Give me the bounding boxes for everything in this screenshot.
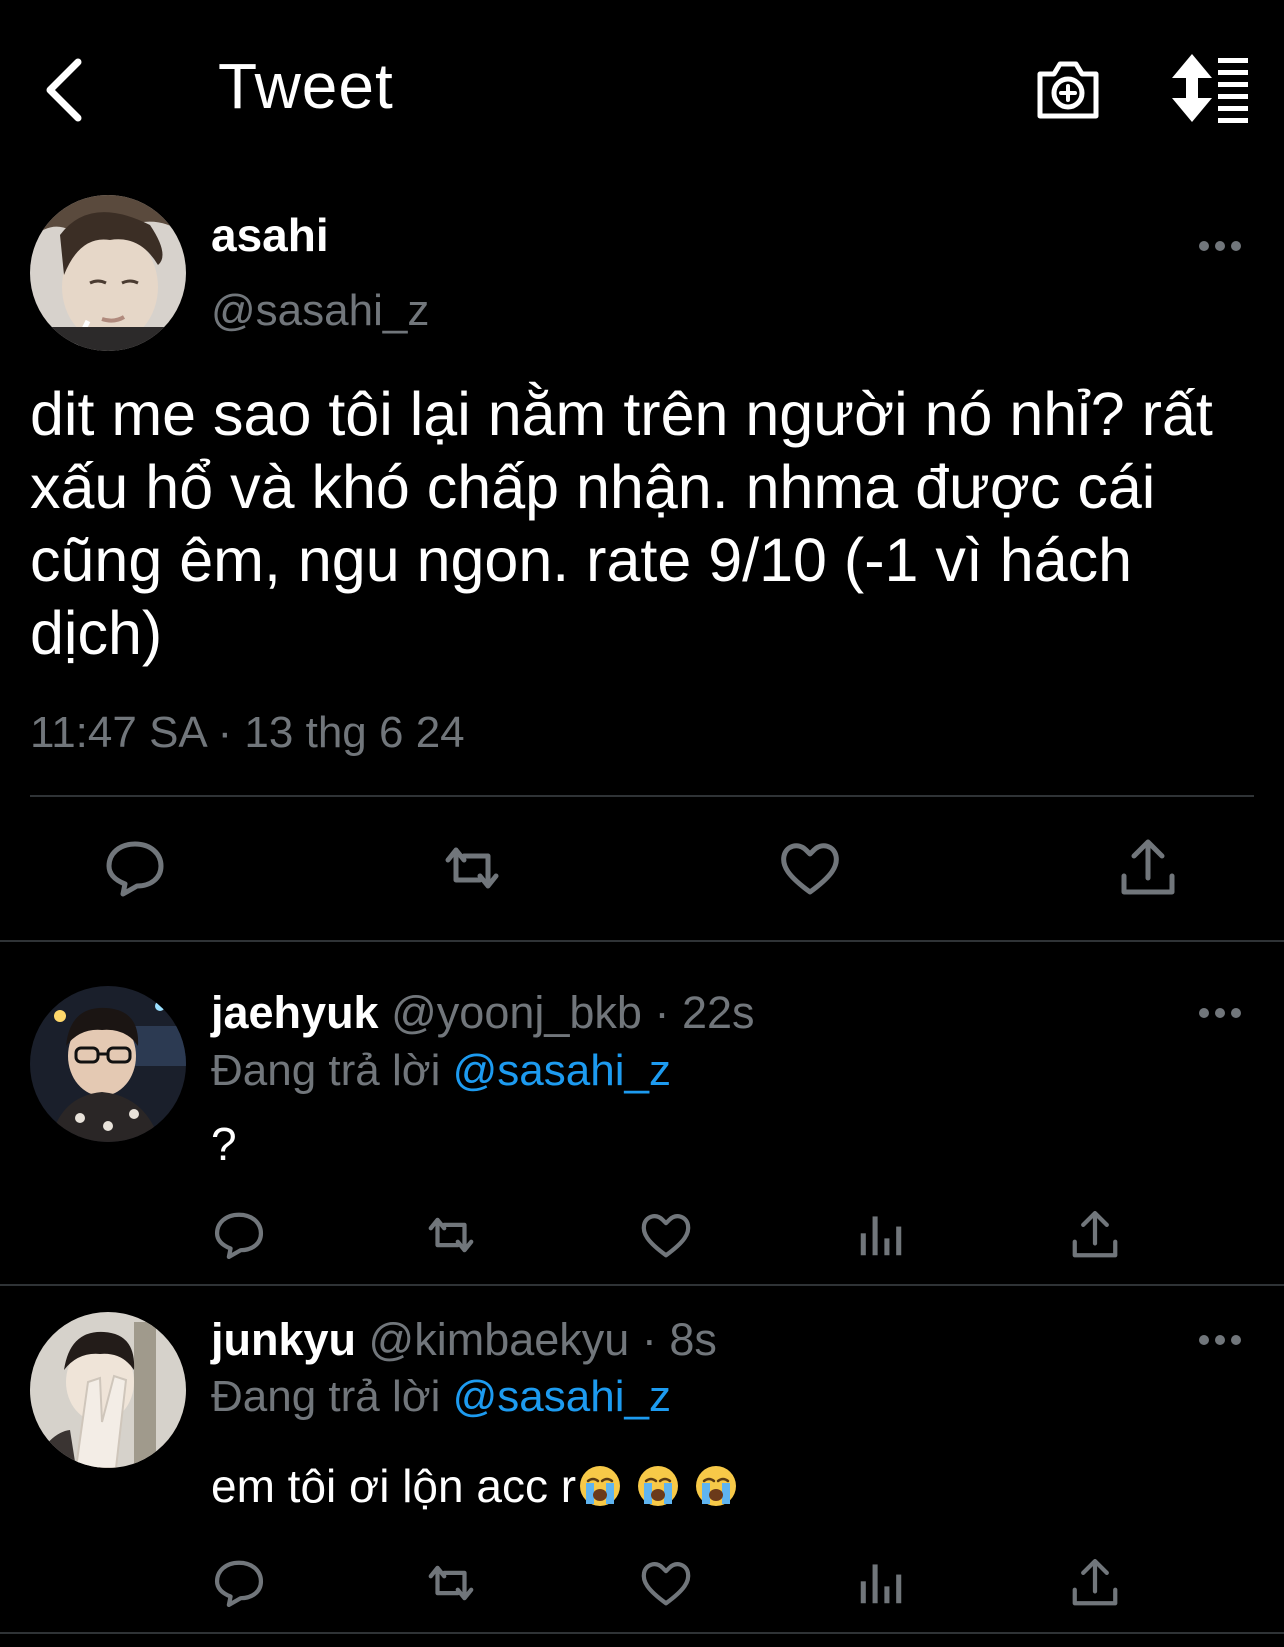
share-button[interactable]: [1068, 1556, 1122, 1610]
camera-button[interactable]: [1030, 50, 1106, 126]
reply-avatar[interactable]: [30, 1312, 186, 1468]
like-button[interactable]: [639, 1208, 693, 1262]
more-options-button[interactable]: [1196, 234, 1244, 258]
loudly-crying-face-icon: [580, 1466, 621, 1506]
divider: [30, 795, 1254, 797]
share-icon: [1072, 1558, 1118, 1606]
reply-button[interactable]: [212, 1556, 266, 1610]
reply-button[interactable]: [103, 836, 167, 900]
reply-button[interactable]: [212, 1208, 266, 1262]
reply-icon: [106, 841, 164, 897]
heart-icon: [641, 1214, 691, 1258]
back-arrow-icon: [46, 58, 82, 122]
page-title: Tweet: [218, 50, 394, 122]
sort-button[interactable]: [1168, 50, 1252, 126]
analytics-button[interactable]: [854, 1556, 908, 1610]
retweet-icon: [428, 1565, 474, 1601]
more-dots-icon: [1199, 241, 1241, 251]
reply-header: junkyu @kimbaekyu · 8s: [211, 1313, 717, 1367]
reply-avatar[interactable]: [30, 986, 186, 1142]
heart-icon: [781, 843, 839, 895]
more-dots-icon: [1199, 1008, 1241, 1018]
retweet-button[interactable]: [424, 1208, 478, 1262]
analytics-bars-icon: [860, 1564, 902, 1604]
replying-to: Đang trả lời @sasahi_z: [211, 1044, 671, 1098]
replying-to-label: Đang trả lời: [211, 1046, 441, 1095]
reply-text: ?: [211, 1118, 237, 1170]
avatar-image: [30, 195, 186, 351]
reply-icon: [214, 1560, 264, 1608]
reply-time: · 8s: [641, 1314, 717, 1365]
retweet-icon: [428, 1217, 474, 1253]
retweet-button[interactable]: [424, 1556, 478, 1610]
reply-author-name[interactable]: jaehyuk: [211, 987, 379, 1038]
reply-author-handle[interactable]: @yoonj_bkb: [391, 987, 642, 1038]
replying-to-mention[interactable]: @sasahi_z: [453, 1372, 671, 1421]
heart-icon: [641, 1562, 691, 1606]
share-icon: [1072, 1210, 1118, 1258]
like-button[interactable]: [639, 1556, 693, 1610]
author-name[interactable]: asahi: [211, 208, 329, 262]
divider: [0, 940, 1284, 942]
analytics-bars-icon: [860, 1216, 902, 1256]
reply-author-name[interactable]: junkyu: [211, 1314, 356, 1365]
reply-text-row: em tôi ơi lộn acc r: [211, 1458, 738, 1514]
tweet-text: dit me sao tôi lại nằm trên người nó nhỉ…: [30, 380, 1213, 667]
avatar-image: [30, 1312, 186, 1468]
sort-list-icon: [1172, 54, 1248, 123]
retweet-icon: [445, 847, 499, 889]
more-dots-icon: [1199, 1335, 1241, 1345]
reply-icon: [214, 1212, 264, 1260]
replying-to-mention[interactable]: @sasahi_z: [453, 1046, 671, 1095]
loudly-crying-face-icon: [696, 1466, 737, 1506]
reply-time: · 22s: [654, 987, 755, 1038]
reply-more-button[interactable]: [1196, 1001, 1244, 1025]
share-button[interactable]: [1068, 1208, 1122, 1262]
divider: [0, 1284, 1284, 1286]
retweet-button[interactable]: [440, 836, 504, 900]
reply-text: em tôi ơi lộn acc r: [211, 1460, 577, 1512]
analytics-button[interactable]: [854, 1208, 908, 1262]
like-button[interactable]: [778, 836, 842, 900]
reply-more-button[interactable]: [1196, 1328, 1244, 1352]
camera-plus-icon: [1037, 61, 1099, 119]
author-avatar[interactable]: [30, 195, 186, 351]
share-button[interactable]: [1116, 836, 1180, 900]
loudly-crying-face-icon: [638, 1466, 679, 1506]
emoji-row: [576, 1460, 738, 1512]
replying-to-label: Đang trả lời: [211, 1372, 441, 1421]
tweet-timestamp: 11:47 SA · 13 thg 6 24: [30, 708, 465, 757]
back-button[interactable]: [30, 48, 102, 128]
divider: [0, 1632, 1284, 1634]
avatar-image: [30, 986, 186, 1142]
reply-author-handle[interactable]: @kimbaekyu: [369, 1314, 630, 1365]
author-handle[interactable]: @sasahi_z: [211, 284, 429, 338]
reply-header: jaehyuk @yoonj_bkb · 22s: [211, 986, 755, 1040]
replying-to: Đang trả lời @sasahi_z: [211, 1370, 671, 1424]
share-icon: [1121, 839, 1175, 895]
